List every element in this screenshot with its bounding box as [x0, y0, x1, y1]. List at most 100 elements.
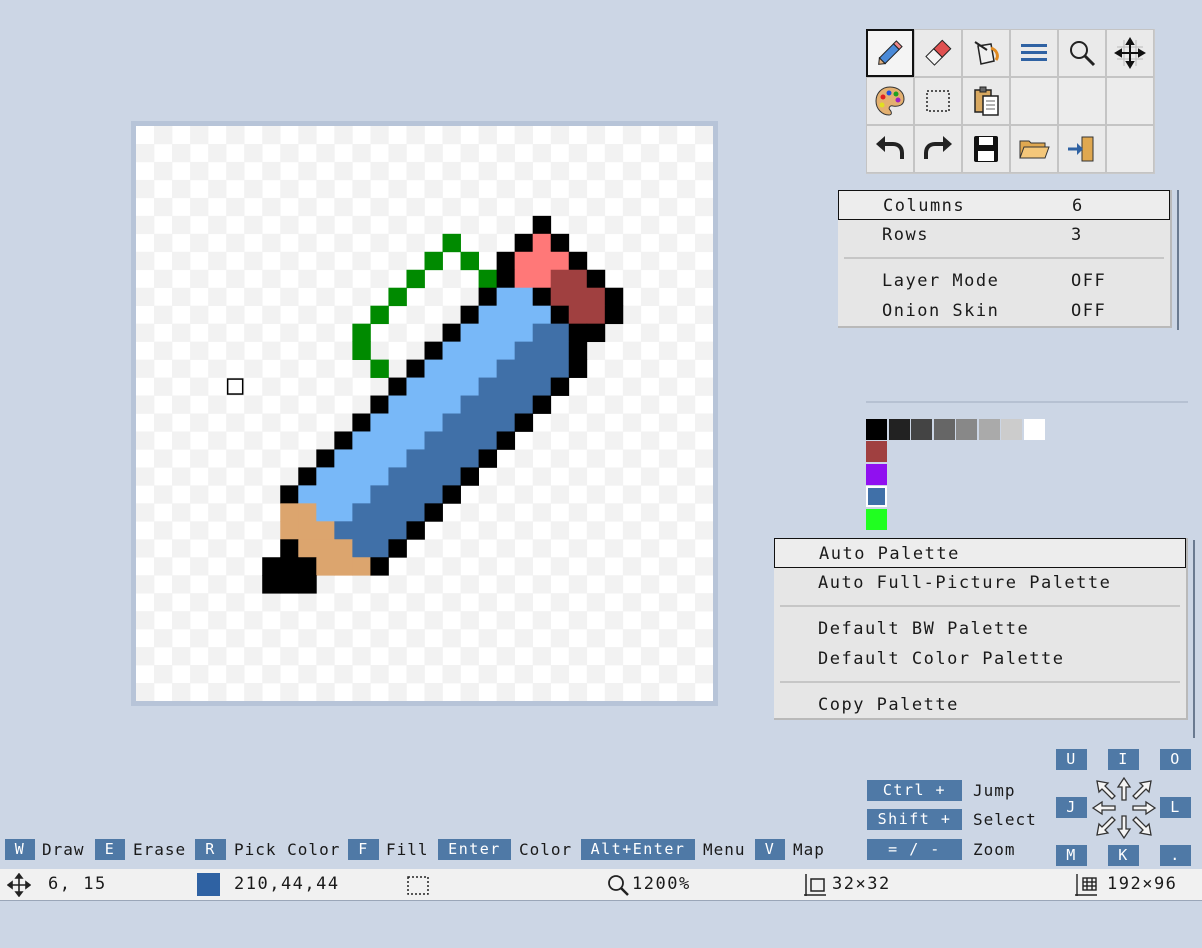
exit-icon — [1068, 136, 1094, 162]
tool-palette[interactable] — [866, 77, 914, 125]
menu-separator — [780, 681, 1180, 683]
cursor-position: 6, 15 — [48, 874, 107, 894]
tool-move[interactable] — [1106, 29, 1154, 77]
tool-empty — [1106, 77, 1154, 125]
menu-item-default-bw-palette[interactable]: Default BW Palette — [774, 614, 1186, 644]
tool-empty — [1058, 77, 1106, 125]
onion-skin-label: Onion Skin — [882, 301, 1000, 321]
default-color-label: Default Color Palette — [818, 649, 1065, 669]
tool-draw[interactable] — [866, 29, 914, 77]
menu-scroll-edge — [1193, 540, 1195, 738]
tool-menu[interactable] — [1010, 29, 1058, 77]
palette-swatch[interactable] — [1023, 419, 1045, 440]
hint-draw: Draw — [42, 840, 85, 859]
palette-swatch[interactable] — [933, 419, 955, 440]
menu-scroll-edge — [1177, 190, 1179, 330]
menu-item-auto-full-picture-palette[interactable]: Auto Full-Picture Palette — [774, 568, 1186, 598]
pixel-canvas[interactable] — [136, 126, 713, 701]
palette-swatch[interactable] — [911, 419, 932, 440]
menu-item-columns[interactable]: Columns 6 — [838, 190, 1170, 220]
tool-fill[interactable] — [962, 29, 1010, 77]
rows-label: Rows — [882, 225, 929, 245]
canvas-size: 32×32 — [832, 874, 891, 894]
tool-undo[interactable] — [866, 125, 914, 173]
hint-erase: Erase — [133, 840, 187, 859]
palette-swatch[interactable] — [956, 419, 977, 440]
direction-arrows-icon — [1091, 776, 1157, 840]
nav-key-m[interactable]: M — [1056, 845, 1087, 866]
key-badge-zoom: = / - — [867, 839, 962, 860]
folder-open-icon — [1019, 140, 1050, 159]
selection-icon — [926, 90, 950, 112]
key-badge-alt-enter: Alt+Enter — [581, 839, 695, 860]
palette-swatch[interactable] — [978, 419, 1000, 440]
hint-jump: Jump — [973, 781, 1016, 800]
nav-key-l[interactable]: L — [1160, 797, 1191, 818]
menu-item-copy-palette[interactable]: Copy Palette — [774, 690, 1186, 720]
sheet-size-icon — [1075, 874, 1097, 896]
palette-icon — [875, 86, 905, 116]
canvas-size-icon — [804, 874, 826, 896]
tool-empty — [1106, 125, 1154, 173]
key-badge-f: F — [348, 839, 379, 860]
nav-key-i[interactable]: I — [1108, 749, 1139, 770]
clipboard-icon — [974, 86, 999, 116]
menu-item-layer-mode[interactable]: Layer Mode OFF — [838, 266, 1170, 296]
redo-icon — [924, 136, 952, 159]
palette-swatch[interactable] — [866, 441, 887, 462]
active-color-swatch[interactable] — [197, 873, 220, 896]
palette-swatch[interactable] — [866, 508, 887, 530]
palette-swatch[interactable] — [1001, 419, 1022, 440]
status-bar: 6, 15 210,44,44 1200% 32×32 192×96 — [0, 869, 1202, 901]
canvas-frame — [131, 121, 718, 706]
tool-select[interactable] — [914, 77, 962, 125]
palette-swatch[interactable] — [866, 419, 887, 440]
tool-redo[interactable] — [914, 125, 962, 173]
default-bw-label: Default BW Palette — [818, 619, 1030, 639]
palette-swatch[interactable] — [888, 419, 910, 440]
palette-swatch-selected[interactable] — [866, 486, 887, 507]
tool-zoom[interactable] — [1058, 29, 1106, 77]
move-grid-icon — [1114, 37, 1146, 69]
nav-key-dot[interactable]: . — [1160, 845, 1191, 866]
menu-item-rows[interactable]: Rows 3 — [838, 220, 1170, 250]
columns-value: 6 — [1072, 196, 1084, 216]
hint-map: Map — [793, 840, 825, 859]
hint-menu: Menu — [703, 840, 746, 859]
key-badge-ctrl: Ctrl + — [867, 780, 962, 801]
hint-color: Color — [519, 840, 573, 859]
menu-lines-icon — [1021, 44, 1047, 61]
tool-erase[interactable] — [914, 29, 962, 77]
tool-empty — [1010, 77, 1058, 125]
nav-key-j[interactable]: J — [1056, 797, 1087, 818]
selection-icon — [407, 876, 429, 895]
hint-pick-color: Pick Color — [234, 840, 341, 859]
hint-zoom: Zoom — [973, 840, 1016, 859]
zoom-level: 1200% — [632, 874, 691, 894]
grid-settings-menu: Columns 6 Rows 3 Layer Mode OFF Onion Sk… — [838, 190, 1172, 328]
menu-item-default-color-palette[interactable]: Default Color Palette — [774, 644, 1186, 674]
menu-separator — [844, 257, 1164, 259]
hint-select: Select — [973, 810, 1037, 829]
tool-exit[interactable] — [1058, 125, 1106, 173]
palette-swatch[interactable] — [866, 463, 887, 485]
menu-item-auto-palette[interactable]: Auto Palette — [774, 538, 1186, 568]
tool-open[interactable] — [1010, 125, 1058, 173]
onion-skin-value: OFF — [1071, 301, 1107, 321]
nav-key-u[interactable]: U — [1056, 749, 1087, 770]
tool-paste[interactable] — [962, 77, 1010, 125]
pixel-cursor — [226, 378, 244, 395]
nav-key-o[interactable]: O — [1160, 749, 1191, 770]
sheet-size: 192×96 — [1107, 874, 1178, 894]
key-badge-w: W — [5, 839, 35, 860]
menu-item-onion-skin[interactable]: Onion Skin OFF — [838, 296, 1170, 326]
undo-icon — [876, 136, 904, 159]
color-value: 210,44,44 — [234, 874, 340, 894]
tool-save[interactable] — [962, 125, 1010, 173]
columns-label: Columns — [883, 196, 966, 216]
auto-palette-label: Auto Palette — [819, 544, 960, 564]
nav-key-k[interactable]: K — [1108, 845, 1139, 866]
layer-mode-value: OFF — [1071, 271, 1107, 291]
move-cursor-icon — [7, 873, 31, 897]
pencil-icon — [878, 40, 903, 65]
